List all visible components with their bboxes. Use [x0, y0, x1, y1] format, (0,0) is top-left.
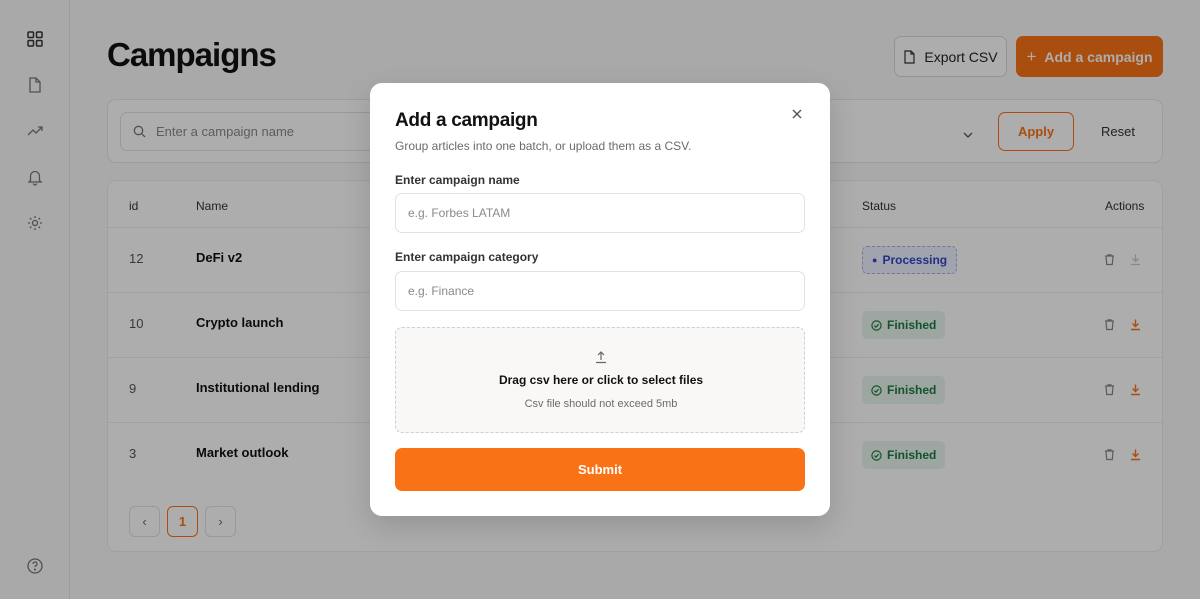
- modal-subtitle: Group articles into one batch, or upload…: [395, 139, 692, 153]
- close-icon[interactable]: [790, 107, 804, 121]
- modal-title: Add a campaign: [395, 110, 538, 131]
- campaign-category-label: Enter campaign category: [395, 250, 539, 264]
- dropzone-title: Drag csv here or click to select files: [498, 373, 704, 387]
- dropzone-hint: Csv file should not exceed 5mb: [524, 398, 678, 410]
- campaign-name-placeholder: e.g. Forbes LATAM: [408, 206, 511, 220]
- campaign-name-field[interactable]: e.g. Forbes LATAM: [395, 193, 805, 233]
- csv-dropzone[interactable]: Drag csv here or click to select files C…: [395, 327, 805, 433]
- add-campaign-modal: Add a campaign Group articles into one b…: [370, 83, 830, 516]
- submit-button[interactable]: Submit: [395, 448, 805, 491]
- upload-icon: [594, 350, 608, 364]
- campaign-category-field[interactable]: e.g. Finance: [395, 271, 805, 311]
- campaign-category-placeholder: e.g. Finance: [408, 284, 475, 298]
- campaign-name-label: Enter campaign name: [395, 173, 520, 187]
